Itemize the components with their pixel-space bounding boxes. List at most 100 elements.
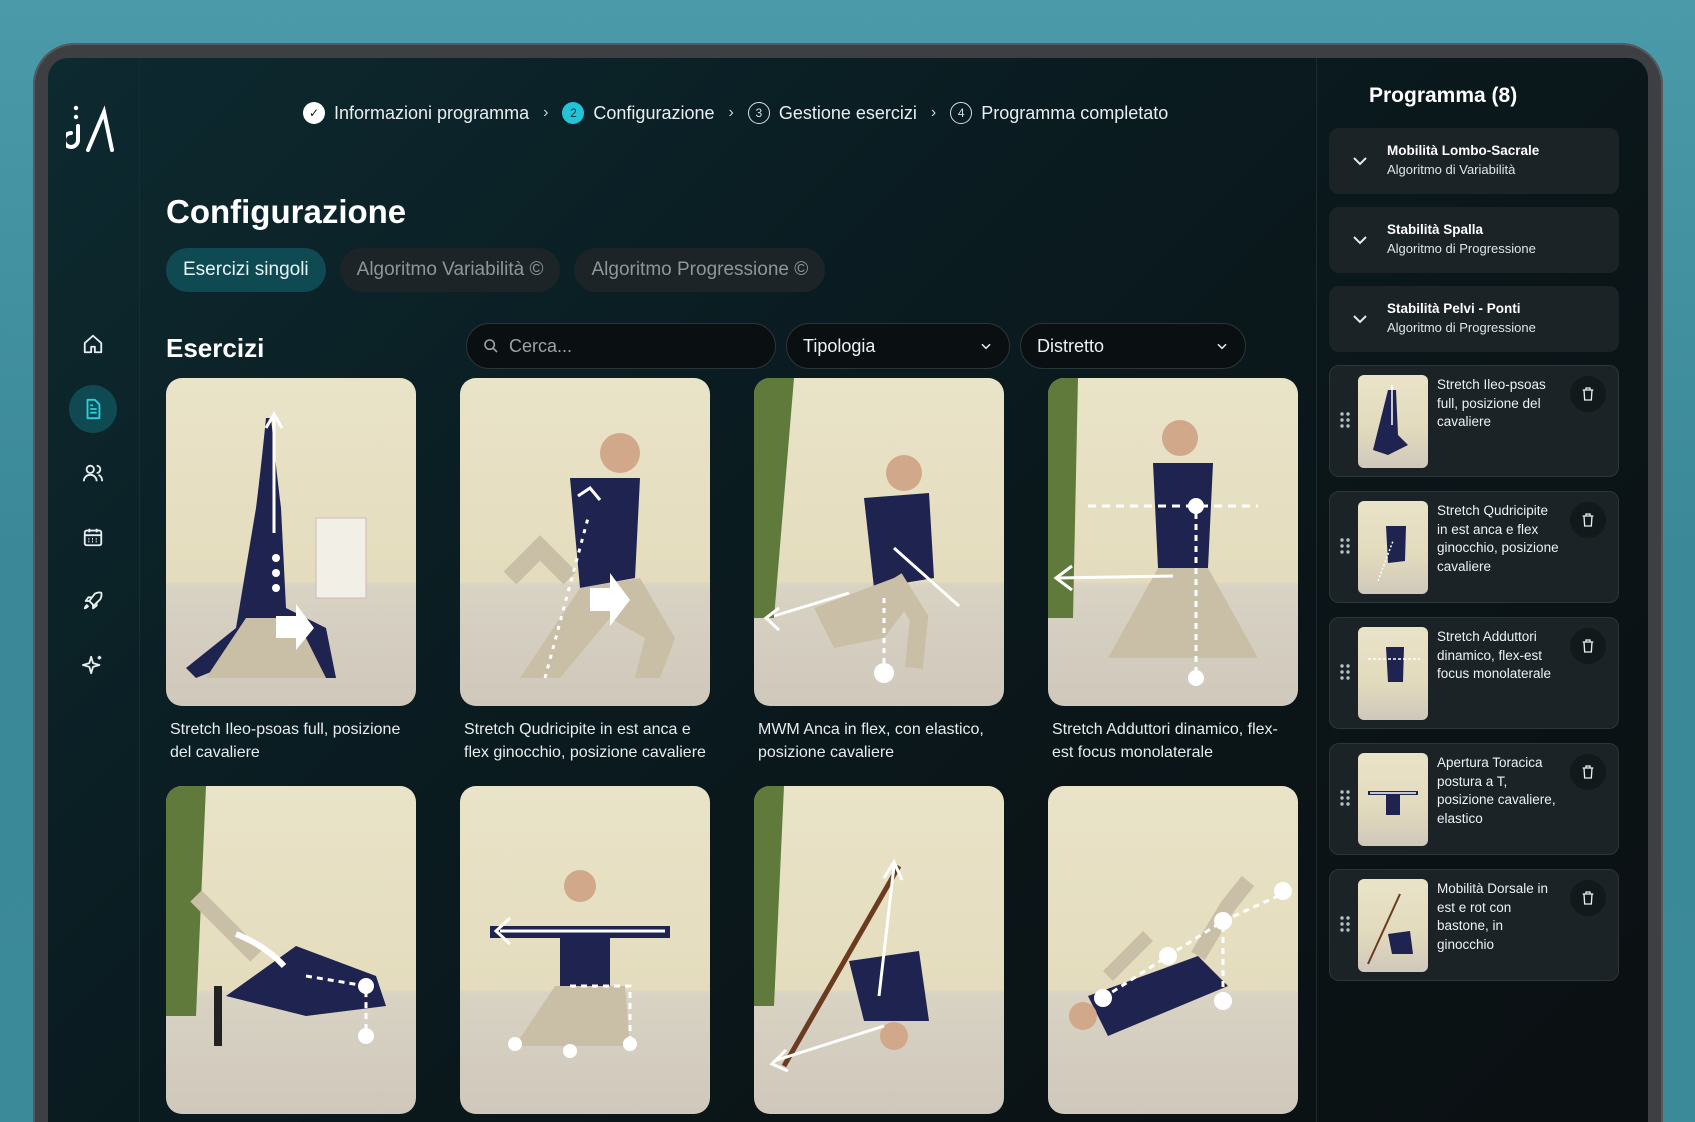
program-item[interactable]: Apertura Toracica postura a T, posizione…: [1329, 743, 1619, 855]
delete-button[interactable]: [1570, 376, 1606, 412]
exercise-title: MWM Anca in flex, con elastico, posizion…: [758, 721, 984, 761]
exercise-thumbnail: [166, 786, 416, 1114]
chevron-down-icon[interactable]: [1351, 231, 1369, 249]
exercise-title: Stretch Qudricipite in est anca e flex g…: [464, 721, 706, 761]
program-group[interactable]: Mobilità Lombo-Sacrale Algoritmo di Vari…: [1329, 128, 1619, 194]
step-label: Configurazione: [593, 102, 715, 123]
nav-launch[interactable]: [69, 577, 117, 625]
panel-title: Programma (8): [1369, 84, 1518, 107]
chevron-right-icon: ›: [543, 104, 549, 121]
calendar-icon: [83, 528, 103, 547]
app-screen: ✓ Informazioni programma › 2 Configurazi…: [48, 58, 1648, 1122]
step-configurazione[interactable]: 2 Configurazione: [562, 102, 714, 124]
tab-esercizi-singoli[interactable]: Esercizi singoli: [166, 248, 326, 292]
chevron-right-icon: ›: [728, 104, 734, 121]
program-group[interactable]: Stabilità Spalla Algoritmo di Progressio…: [1329, 207, 1619, 273]
distretto-select[interactable]: Distretto: [1020, 323, 1246, 369]
trash-icon: [1582, 639, 1594, 653]
drag-handle-icon[interactable]: [1340, 789, 1350, 807]
drag-handle-icon[interactable]: [1340, 915, 1350, 933]
search-icon: [484, 339, 498, 353]
group-subtitle: Algoritmo di Progressione: [1387, 241, 1536, 256]
exercise-card[interactable]: MWM Anca in flex, con elastico, posizion…: [754, 378, 1004, 764]
chevron-down-icon: [1217, 343, 1227, 350]
chevron-down-icon[interactable]: [1351, 152, 1369, 170]
step-number: 4: [950, 102, 973, 124]
program-item[interactable]: Stretch Adduttori dinamico, flex-est foc…: [1329, 617, 1619, 729]
delete-button[interactable]: [1570, 502, 1606, 538]
exercise-card[interactable]: Stretch Adduttori dinamico, flex-est foc…: [1048, 378, 1298, 764]
drag-handle-icon[interactable]: [1340, 537, 1350, 555]
exercise-thumbnail: [460, 786, 710, 1114]
drag-handle-icon[interactable]: [1340, 663, 1350, 681]
program-item-title: Stretch Qudricipite in est anca e flex g…: [1437, 503, 1559, 574]
program-group[interactable]: Stabilità Pelvi - Ponti Algoritmo di Pro…: [1329, 286, 1619, 352]
program-item-title: Apertura Toracica postura a T, posizione…: [1437, 755, 1556, 826]
nav-patients[interactable]: [69, 449, 117, 497]
group-title: Mobilità Lombo-Sacrale: [1387, 143, 1540, 158]
delete-button[interactable]: [1570, 880, 1606, 916]
program-item-thumbnail: [1358, 627, 1428, 720]
program-panel: Programma (8) Mobilità Lombo-Sacrale Alg…: [1316, 58, 1648, 1122]
nav-home[interactable]: [69, 320, 117, 368]
delete-button[interactable]: [1570, 628, 1606, 664]
step-number: 2: [562, 102, 585, 124]
chevron-down-icon[interactable]: [1351, 310, 1369, 328]
group-subtitle: Algoritmo di Progressione: [1387, 320, 1536, 335]
tipologia-select[interactable]: Tipologia: [786, 323, 1010, 369]
program-item-title: Mobilità Dorsale in est e rot con baston…: [1437, 881, 1549, 952]
exercise-card[interactable]: Stretch Qudricipite in est anca e flex g…: [460, 378, 710, 764]
exercise-thumbnail: [1048, 378, 1298, 706]
program-item-thumbnail: [1358, 375, 1428, 468]
exercise-thumbnail: [1048, 786, 1298, 1114]
step-gestione[interactable]: 3 Gestione esercizi: [747, 102, 917, 124]
stepper: ✓ Informazioni programma › 2 Configurazi…: [303, 102, 1168, 124]
page-title: Configurazione: [166, 193, 407, 230]
sidebar: [48, 58, 140, 1122]
tab-algoritmo-progressione[interactable]: Algoritmo Progressione ©: [574, 248, 826, 292]
exercise-card[interactable]: [460, 786, 710, 1114]
search-input[interactable]: Cerca...: [466, 323, 776, 369]
step-informazioni[interactable]: ✓ Informazioni programma: [303, 102, 529, 124]
drag-handle-icon[interactable]: [1340, 411, 1350, 429]
exercise-thumbnail: [166, 378, 416, 706]
nav-programs[interactable]: [69, 385, 117, 433]
exercise-title: Stretch Ileo-psoas full, posizione del c…: [170, 721, 401, 761]
search-placeholder: Cerca...: [509, 335, 573, 356]
program-item[interactable]: Stretch Qudricipite in est anca e flex g…: [1329, 491, 1619, 603]
exercise-title: Stretch Adduttori dinamico, flex-est foc…: [1052, 721, 1278, 761]
program-item-thumbnail: [1358, 501, 1428, 594]
trash-icon: [1582, 513, 1594, 527]
exercise-card[interactable]: [166, 786, 416, 1114]
program-item-thumbnail: [1358, 753, 1428, 846]
section-title: Esercizi: [166, 333, 265, 363]
sparkle-icon: [82, 655, 102, 675]
step-label: Programma completato: [981, 102, 1169, 123]
exercise-thumbnail: [754, 786, 1004, 1114]
tab-algoritmo-variabilita[interactable]: Algoritmo Variabilità ©: [339, 248, 561, 292]
step-label: Informazioni programma: [334, 102, 530, 123]
program-item-title: Stretch Ileo-psoas full, posizione del c…: [1437, 377, 1546, 429]
mode-tabs: Esercizi singoli Algoritmo Variabilità ©…: [166, 248, 826, 292]
exercise-card[interactable]: [754, 786, 1004, 1114]
program-item[interactable]: Stretch Ileo-psoas full, posizione del c…: [1329, 365, 1619, 477]
group-title: Stabilità Pelvi - Ponti: [1387, 301, 1521, 316]
exercise-card[interactable]: [1048, 786, 1298, 1114]
trash-icon: [1582, 891, 1594, 905]
check-icon: ✓: [303, 102, 325, 124]
step-label: Gestione esercizi: [778, 102, 917, 123]
exercise-thumbnail: [460, 378, 710, 706]
chevron-right-icon: ›: [930, 104, 937, 121]
home-icon: [83, 334, 103, 354]
nav-ai[interactable]: [69, 641, 117, 689]
program-item[interactable]: Mobilità Dorsale in est e rot con baston…: [1329, 869, 1619, 981]
trash-icon: [1582, 387, 1594, 401]
document-icon: [86, 398, 101, 420]
delete-button[interactable]: [1570, 754, 1606, 790]
program-item-title: Stretch Adduttori dinamico, flex-est foc…: [1437, 629, 1552, 681]
chevron-down-icon: [981, 343, 991, 350]
step-completato[interactable]: 4 Programma completato: [950, 102, 1168, 124]
select-value: Distretto: [1037, 335, 1105, 356]
nav-calendar[interactable]: [69, 513, 117, 561]
exercise-card[interactable]: Stretch Ileo-psoas full, posizione del c…: [166, 378, 416, 764]
